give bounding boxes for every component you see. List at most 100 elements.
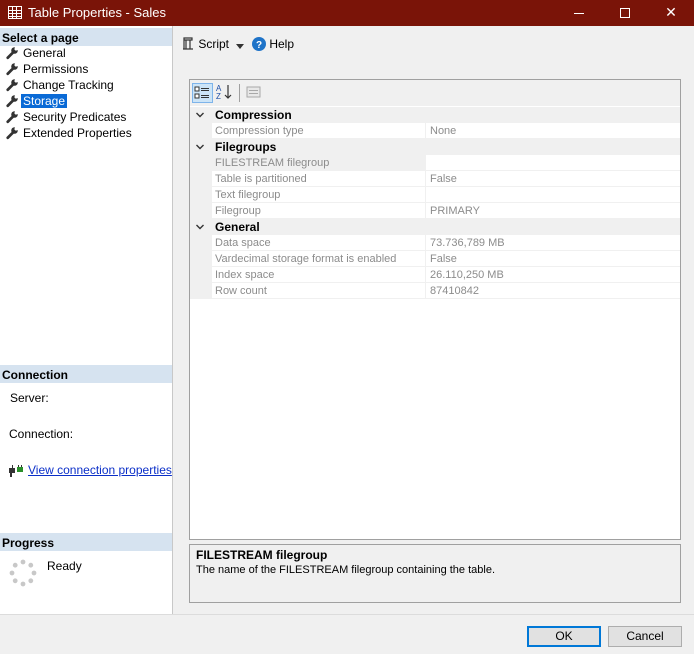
- property-value[interactable]: 26.110,250 MB: [426, 267, 680, 283]
- property-row[interactable]: Filegroup PRIMARY: [190, 203, 680, 219]
- property-value[interactable]: False: [426, 251, 680, 267]
- row-gutter: [190, 155, 212, 171]
- category-row[interactable]: Filegroups: [190, 139, 680, 155]
- property-pages-button[interactable]: [244, 83, 265, 103]
- row-gutter: [190, 235, 212, 251]
- svg-text:?: ?: [256, 40, 262, 51]
- row-gutter: [190, 107, 212, 123]
- script-dropdown[interactable]: [236, 39, 244, 53]
- property-value[interactable]: PRIMARY: [426, 203, 680, 219]
- wrench-icon: [6, 63, 18, 76]
- property-pages-icon: [246, 86, 261, 98]
- select-page-header: Select a page: [0, 28, 172, 46]
- row-gutter: [190, 123, 212, 139]
- wrench-icon: [6, 127, 18, 140]
- row-gutter: [190, 139, 212, 155]
- toolbar-separator: [239, 84, 240, 102]
- connection-header: Connection: [0, 365, 172, 383]
- property-row[interactable]: Vardecimal storage format is enabled Fals…: [190, 251, 680, 267]
- wrench-icon: [6, 95, 18, 108]
- nav-item-change-tracking[interactable]: Change Tracking: [5, 78, 116, 94]
- nav-item-general[interactable]: General: [5, 46, 68, 62]
- view-connection-properties[interactable]: View connection properties: [8, 463, 172, 478]
- nav-item-permissions[interactable]: Permissions: [5, 62, 90, 78]
- view-connection-link[interactable]: View connection properties: [28, 463, 172, 477]
- connection-label: Connection:: [9, 427, 74, 441]
- property-value[interactable]: [426, 187, 680, 203]
- property-row[interactable]: Text filegroup: [190, 187, 680, 203]
- progress-header: Progress: [0, 533, 172, 551]
- nav-item-label: General: [23, 46, 66, 60]
- close-button[interactable]: ✕: [648, 0, 694, 26]
- maximize-icon: [620, 8, 630, 19]
- dialog-button-bar: OK Cancel: [0, 614, 694, 654]
- property-row[interactable]: Index space 26.110,250 MB: [190, 267, 680, 283]
- left-panel: Select a page General Permissions Change T…: [0, 26, 173, 614]
- alphabetical-button[interactable]: A Z: [215, 83, 236, 103]
- property-name: Table is partitioned: [212, 171, 426, 187]
- property-name: Index space: [212, 267, 426, 283]
- wrench-icon: [6, 47, 18, 60]
- property-value[interactable]: [426, 155, 680, 171]
- wrench-icon: [6, 111, 18, 124]
- property-row[interactable]: Compression type None: [190, 123, 680, 139]
- property-value[interactable]: None: [426, 123, 680, 139]
- chevron-down-icon: [236, 44, 244, 49]
- row-gutter: [190, 171, 212, 187]
- wrench-icon: [6, 79, 18, 92]
- description-title: FILESTREAM filegroup: [196, 548, 328, 562]
- nav-item-extended-properties[interactable]: Extended Properties: [5, 126, 134, 142]
- property-name: Row count: [212, 283, 426, 299]
- row-gutter: [190, 203, 212, 219]
- title-bar: Table Properties - Sales ✕: [0, 0, 694, 26]
- nav-item-label: Storage: [21, 94, 68, 108]
- server-label: Server:: [10, 391, 49, 405]
- svg-text:Z: Z: [216, 92, 221, 101]
- help-button[interactable]: ? Help: [252, 37, 294, 51]
- close-icon: ✕: [665, 4, 677, 20]
- description-text: The name of the FILESTREAM filegroup con…: [196, 564, 495, 576]
- chevron-down-icon[interactable]: [196, 111, 204, 119]
- category-row[interactable]: Compression: [190, 107, 680, 123]
- progress-status: Ready: [47, 559, 82, 573]
- nav-item-storage[interactable]: Storage: [5, 94, 68, 110]
- property-grid: A Z Compression Compression type None Fileg…: [189, 79, 681, 540]
- script-label: Script: [198, 37, 230, 51]
- chevron-down-icon[interactable]: [196, 143, 204, 151]
- property-grid-body: Compression Compression type None Filegroup…: [190, 107, 680, 299]
- row-gutter: [190, 283, 212, 299]
- cancel-button[interactable]: Cancel: [608, 626, 682, 647]
- category-label: Compression: [212, 107, 680, 123]
- property-name: Compression type: [212, 123, 426, 139]
- script-icon: [183, 37, 193, 50]
- main-toolbar: Script ? Help: [174, 26, 694, 62]
- ok-button[interactable]: OK: [527, 626, 601, 647]
- property-value[interactable]: 73.736,789 MB: [426, 235, 680, 251]
- property-value[interactable]: False: [426, 171, 680, 187]
- nav-item-label: Change Tracking: [23, 78, 114, 92]
- table-icon: [8, 6, 22, 19]
- category-label: General: [212, 219, 680, 235]
- property-row[interactable]: Data space 73.736,789 MB: [190, 235, 680, 251]
- row-gutter: [190, 251, 212, 267]
- categorized-icon: [194, 86, 209, 99]
- property-name: Text filegroup: [212, 187, 426, 203]
- description-pane: FILESTREAM filegroup The name of the FIL…: [189, 544, 681, 603]
- category-row[interactable]: General: [190, 219, 680, 235]
- maximize-button[interactable]: [602, 0, 648, 26]
- property-row[interactable]: Table is partitioned False: [190, 171, 680, 187]
- property-value[interactable]: 87410842: [426, 283, 680, 299]
- property-name: Vardecimal storage format is enabled: [212, 251, 426, 267]
- nav-item-security-predicates[interactable]: Security Predicates: [5, 110, 128, 126]
- sort-alphabetical-icon: A Z: [216, 84, 232, 101]
- minimize-icon: [574, 12, 584, 14]
- categorized-button[interactable]: [192, 83, 213, 103]
- progress-spinner-icon: [9, 559, 37, 587]
- chevron-down-icon[interactable]: [196, 223, 204, 231]
- property-row[interactable]: FILESTREAM filegroup: [190, 155, 680, 171]
- nav-item-label: Security Predicates: [23, 110, 127, 124]
- script-button[interactable]: Script: [181, 37, 229, 51]
- property-row[interactable]: Row count 87410842: [190, 283, 680, 299]
- category-label: Filegroups: [212, 139, 680, 155]
- minimize-button[interactable]: [556, 0, 602, 26]
